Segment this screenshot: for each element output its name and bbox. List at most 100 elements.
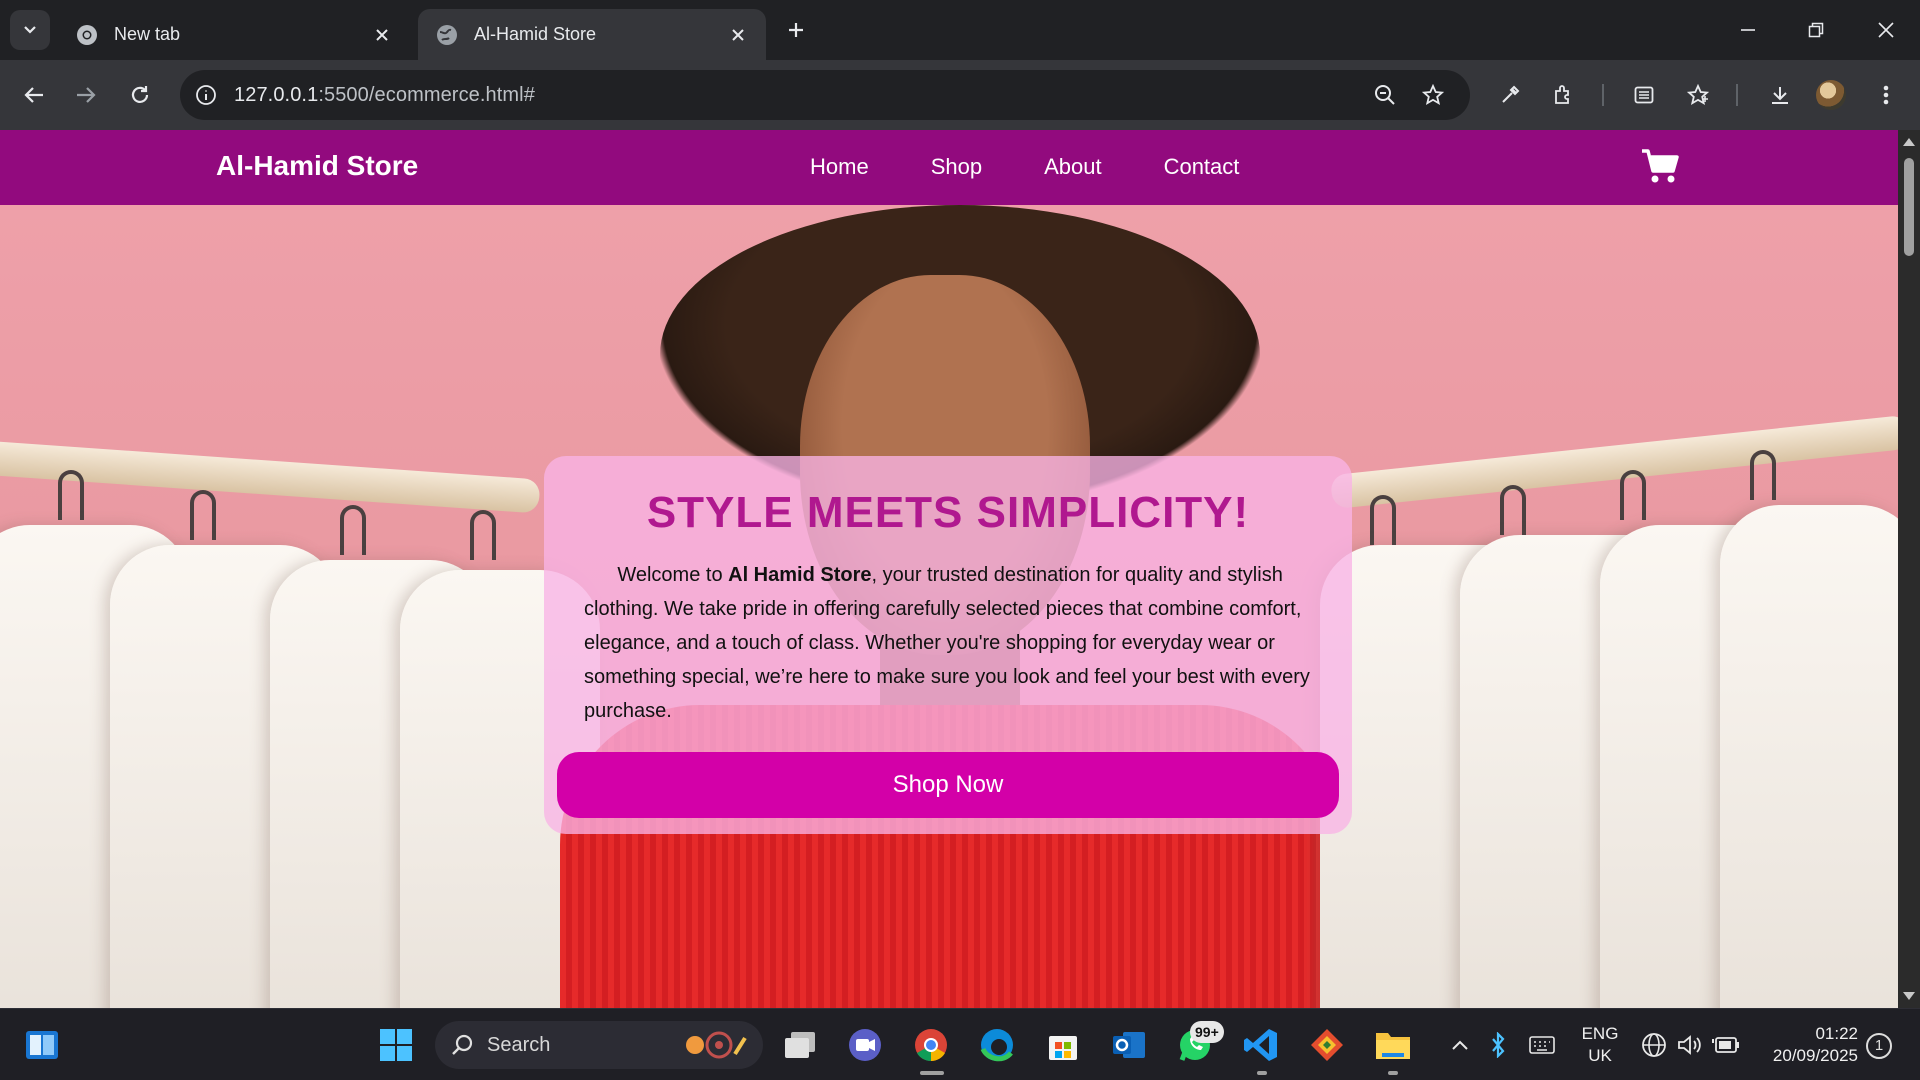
search-icon — [452, 1034, 473, 1055]
widgets-icon[interactable] — [20, 1023, 64, 1067]
toolbar-divider — [1736, 84, 1738, 106]
close-tab-icon[interactable] — [372, 25, 392, 45]
search-highlight-icon — [686, 1031, 747, 1059]
hero-intro: Welcome to Al Hamid Store, your trusted … — [584, 558, 1324, 728]
scroll-up-arrow[interactable] — [1903, 138, 1915, 146]
volume-icon[interactable] — [1670, 1023, 1710, 1067]
favorites-icon[interactable] — [1678, 75, 1718, 115]
profile-avatar[interactable] — [1816, 80, 1846, 110]
arrow-left-icon — [24, 87, 43, 103]
active-app-indicator — [920, 1071, 944, 1075]
new-tab-button[interactable] — [780, 14, 812, 46]
hero-card: STYLE MEETS SIMPLICITY! Welcome to Al Ha… — [544, 456, 1352, 834]
nav-links: Home Shop About Contact — [810, 154, 1301, 180]
nav-link-contact[interactable]: Contact — [1164, 154, 1240, 180]
restore-icon — [1808, 22, 1824, 38]
file-explorer-icon[interactable] — [1371, 1023, 1415, 1067]
tray-chevron-up-icon[interactable] — [1440, 1023, 1480, 1067]
chrome-taskbar-icon[interactable] — [909, 1023, 953, 1067]
hero-intro-store-name: Al Hamid Store — [728, 564, 872, 586]
language-code: ENG — [1581, 1024, 1619, 1043]
clock-date: 20/09/2025 — [1772, 1046, 1858, 1065]
scroll-thumb[interactable] — [1904, 158, 1914, 256]
hero-intro-post: , your trusted destination for quality a… — [584, 564, 1310, 722]
hanger-hook — [1620, 470, 1646, 520]
clock[interactable]: 01:22 20/09/2025 — [1758, 1023, 1858, 1067]
reload-icon — [131, 86, 149, 103]
reading-list-icon[interactable] — [1624, 75, 1664, 115]
clock-time: 01:22 — [1815, 1024, 1858, 1043]
shop-now-button[interactable]: Shop Now — [557, 752, 1339, 818]
keyboard-icon[interactable] — [1520, 1023, 1564, 1067]
hanger-hook — [1370, 495, 1396, 545]
scroll-down-arrow[interactable] — [1903, 992, 1915, 1000]
teams-meet-icon[interactable] — [843, 1023, 887, 1067]
plus-icon — [789, 23, 803, 37]
site-navbar: Al-Hamid Store Home Shop About Contact — [0, 130, 1898, 205]
url-host: 127.0.0.1 — [234, 83, 319, 106]
language-region: UK — [1588, 1046, 1612, 1065]
hanger-hook — [340, 505, 366, 555]
back-button[interactable] — [14, 75, 54, 115]
microsoft-store-icon[interactable] — [1041, 1023, 1085, 1067]
whatsapp-badge: 99+ — [1190, 1021, 1224, 1043]
page-viewport: Al-Hamid Store Home Shop About Contact S… — [0, 130, 1898, 1008]
hero-intro-pre: Welcome to — [617, 564, 729, 586]
battery-icon[interactable] — [1706, 1023, 1746, 1067]
reload-button[interactable] — [120, 75, 160, 115]
site-brand[interactable]: Al-Hamid Store — [216, 150, 418, 182]
hanger-hook — [470, 510, 496, 560]
extensions-icon[interactable] — [1544, 75, 1584, 115]
nav-link-about[interactable]: About — [1044, 154, 1102, 180]
bluetooth-icon[interactable] — [1478, 1023, 1518, 1067]
arrow-right-icon — [77, 87, 96, 103]
vscode-icon[interactable] — [1239, 1023, 1283, 1067]
clothes-rail — [1329, 414, 1898, 510]
language-indicator[interactable]: ENG UK — [1570, 1023, 1630, 1067]
forward-button[interactable] — [66, 75, 106, 115]
tab-title: New tab — [114, 24, 181, 44]
bookmark-star-icon[interactable] — [1413, 75, 1453, 115]
minimize-icon — [1741, 29, 1755, 31]
hanger-hook — [1750, 450, 1776, 500]
nav-link-home[interactable]: Home — [810, 154, 869, 180]
chevron-down-icon — [24, 26, 36, 34]
menu-kebab-icon[interactable] — [1866, 75, 1906, 115]
notification-count[interactable]: 1 — [1866, 1033, 1892, 1059]
edge-icon[interactable] — [975, 1023, 1019, 1067]
taskbar-search[interactable]: Search — [435, 1021, 763, 1069]
close-tab-icon[interactable] — [728, 25, 748, 45]
outlook-icon[interactable] — [1107, 1023, 1151, 1067]
hanger-hook — [1500, 485, 1526, 535]
url-text: 127.0.0.1:5500/ecommerce.html# — [234, 84, 535, 107]
taskbar-search-label: Search — [487, 1033, 551, 1056]
dev-tool-icon[interactable] — [1305, 1023, 1349, 1067]
page-scrollbar[interactable] — [1898, 130, 1920, 1008]
hanger-hook — [190, 490, 216, 540]
network-globe-icon[interactable] — [1634, 1023, 1674, 1067]
site-info-icon[interactable] — [188, 77, 224, 113]
globe-icon — [437, 24, 457, 45]
toolbar-divider — [1602, 84, 1604, 106]
white-sweater — [1720, 505, 1898, 1008]
download-icon[interactable] — [1760, 75, 1800, 115]
hanger-hook — [58, 470, 84, 520]
nav-link-shop[interactable]: Shop — [931, 154, 982, 180]
windows-start-icon[interactable] — [374, 1023, 418, 1067]
zoom-icon[interactable] — [1365, 75, 1405, 115]
tab-strip: New tab Al-Hamid Store — [0, 0, 1920, 60]
windows-taskbar: Search 99+ ENG UK 01:22 20/09/2025 1 — [0, 1008, 1920, 1080]
tab-search-button[interactable] — [10, 10, 50, 50]
close-window-button[interactable] — [1860, 8, 1912, 52]
minimize-button[interactable] — [1722, 8, 1774, 52]
close-icon — [1878, 22, 1894, 38]
tab-al-hamid-store[interactable]: Al-Hamid Store — [418, 9, 766, 60]
shopping-cart-icon[interactable] — [1640, 147, 1680, 185]
tab-new-tab[interactable]: New tab — [58, 9, 410, 60]
address-bar[interactable]: 127.0.0.1:5500/ecommerce.html# — [180, 70, 1470, 120]
active-app-indicator — [1257, 1071, 1267, 1075]
eyedropper-icon[interactable] — [1490, 75, 1530, 115]
active-app-indicator — [1388, 1071, 1398, 1075]
task-view-icon[interactable] — [778, 1023, 822, 1067]
restore-button[interactable] — [1790, 8, 1842, 52]
